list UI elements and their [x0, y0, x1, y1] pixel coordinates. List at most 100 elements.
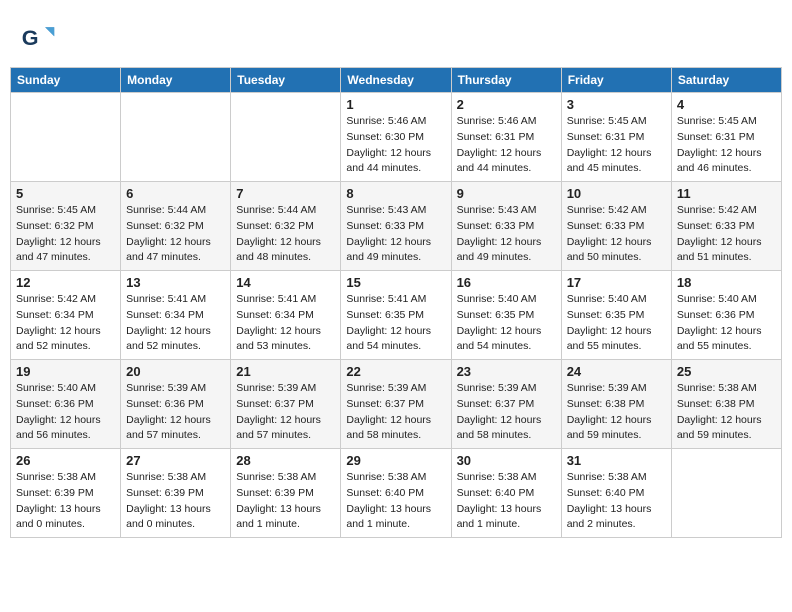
logo: G	[20, 20, 60, 56]
calendar-day	[231, 93, 341, 182]
day-number: 19	[16, 364, 115, 379]
calendar-day: 27 Sunrise: 5:38 AMSunset: 6:39 PMDayligh…	[121, 449, 231, 538]
day-number: 16	[457, 275, 556, 290]
day-info: Sunrise: 5:38 AMSunset: 6:40 PMDaylight:…	[346, 470, 445, 533]
calendar-day: 18Sunrise: 5:40 AMSunset: 6:36 PMDayligh…	[671, 271, 781, 360]
page-header: G	[10, 10, 782, 61]
weekday-header-tuesday: Tuesday	[231, 68, 341, 93]
calendar-day: 20 Sunrise: 5:39 AMSunset: 6:36 PMDayligh…	[121, 360, 231, 449]
weekday-header-saturday: Saturday	[671, 68, 781, 93]
day-number: 28	[236, 453, 335, 468]
calendar-day	[121, 93, 231, 182]
svg-text:G: G	[22, 25, 39, 50]
day-number: 13	[126, 275, 225, 290]
day-info: Sunrise: 5:38 AMSunset: 6:39 PMDaylight:…	[16, 470, 115, 533]
day-info: Sunrise: 5:44 AMSunset: 6:32 PMDaylight:…	[236, 203, 335, 266]
day-info: Sunrise: 5:40 AMSunset: 6:36 PMDaylight:…	[677, 292, 776, 355]
calendar-day: 7Sunrise: 5:44 AMSunset: 6:32 PMDaylight…	[231, 182, 341, 271]
day-number: 8	[346, 186, 445, 201]
day-number: 25	[677, 364, 776, 379]
weekday-header-thursday: Thursday	[451, 68, 561, 93]
day-info: Sunrise: 5:38 AMSunset: 6:40 PMDaylight:…	[567, 470, 666, 533]
day-number: 20	[126, 364, 225, 379]
day-number: 21	[236, 364, 335, 379]
day-info: Sunrise: 5:40 AMSunset: 6:35 PMDaylight:…	[567, 292, 666, 355]
logo-icon: G	[20, 20, 56, 56]
day-number: 17	[567, 275, 666, 290]
day-number: 6	[126, 186, 225, 201]
calendar-day	[11, 93, 121, 182]
day-info: Sunrise: 5:41 AMSunset: 6:35 PMDaylight:…	[346, 292, 445, 355]
calendar-day: 13 Sunrise: 5:41 AMSunset: 6:34 PMDayligh…	[121, 271, 231, 360]
day-info: Sunrise: 5:38 AMSunset: 6:39 PMDaylight:…	[126, 470, 225, 533]
calendar-week-1: 1 Sunrise: 5:46 AMSunset: 6:30 PMDaylight…	[11, 93, 782, 182]
calendar-day: 30Sunrise: 5:38 AMSunset: 6:40 PMDayligh…	[451, 449, 561, 538]
calendar-day: 17 Sunrise: 5:40 AMSunset: 6:35 PMDayligh…	[561, 271, 671, 360]
day-info: Sunrise: 5:40 AMSunset: 6:35 PMDaylight:…	[457, 292, 556, 355]
day-number: 14	[236, 275, 335, 290]
day-info: Sunrise: 5:40 AMSunset: 6:36 PMDaylight:…	[16, 381, 115, 444]
day-number: 31	[567, 453, 666, 468]
day-number: 2	[457, 97, 556, 112]
day-info: Sunrise: 5:38 AMSunset: 6:39 PMDaylight:…	[236, 470, 335, 533]
calendar-table: SundayMondayTuesdayWednesdayThursdayFrid…	[10, 67, 782, 538]
calendar-day: 2 Sunrise: 5:46 AMSunset: 6:31 PMDaylight…	[451, 93, 561, 182]
day-info: Sunrise: 5:45 AMSunset: 6:32 PMDaylight:…	[16, 203, 115, 266]
day-info: Sunrise: 5:38 AMSunset: 6:38 PMDaylight:…	[677, 381, 776, 444]
calendar-day: 31 Sunrise: 5:38 AMSunset: 6:40 PMDayligh…	[561, 449, 671, 538]
calendar-day: 29 Sunrise: 5:38 AMSunset: 6:40 PMDayligh…	[341, 449, 451, 538]
calendar-day: 5 Sunrise: 5:45 AMSunset: 6:32 PMDaylight…	[11, 182, 121, 271]
calendar-day: 4 Sunrise: 5:45 AMSunset: 6:31 PMDaylight…	[671, 93, 781, 182]
day-info: Sunrise: 5:39 AMSunset: 6:37 PMDaylight:…	[457, 381, 556, 444]
calendar-day: 1 Sunrise: 5:46 AMSunset: 6:30 PMDaylight…	[341, 93, 451, 182]
calendar-day: 23 Sunrise: 5:39 AMSunset: 6:37 PMDayligh…	[451, 360, 561, 449]
weekday-header-wednesday: Wednesday	[341, 68, 451, 93]
calendar-day: 21 Sunrise: 5:39 AMSunset: 6:37 PMDayligh…	[231, 360, 341, 449]
day-number: 15	[346, 275, 445, 290]
day-info: Sunrise: 5:44 AMSunset: 6:32 PMDaylight:…	[126, 203, 225, 266]
calendar-week-3: 12Sunrise: 5:42 AMSunset: 6:34 PMDayligh…	[11, 271, 782, 360]
calendar-day: 9Sunrise: 5:43 AMSunset: 6:33 PMDaylight…	[451, 182, 561, 271]
day-number: 10	[567, 186, 666, 201]
calendar-day: 6 Sunrise: 5:44 AMSunset: 6:32 PMDaylight…	[121, 182, 231, 271]
day-number: 5	[16, 186, 115, 201]
weekday-header-sunday: Sunday	[11, 68, 121, 93]
day-info: Sunrise: 5:45 AMSunset: 6:31 PMDaylight:…	[677, 114, 776, 177]
day-number: 27	[126, 453, 225, 468]
day-info: Sunrise: 5:46 AMSunset: 6:30 PMDaylight:…	[346, 114, 445, 177]
day-info: Sunrise: 5:39 AMSunset: 6:38 PMDaylight:…	[567, 381, 666, 444]
day-number: 1	[346, 97, 445, 112]
day-info: Sunrise: 5:38 AMSunset: 6:40 PMDaylight:…	[457, 470, 556, 533]
calendar-day: 24 Sunrise: 5:39 AMSunset: 6:38 PMDayligh…	[561, 360, 671, 449]
calendar-day: 22Sunrise: 5:39 AMSunset: 6:37 PMDayligh…	[341, 360, 451, 449]
day-info: Sunrise: 5:41 AMSunset: 6:34 PMDaylight:…	[236, 292, 335, 355]
day-info: Sunrise: 5:42 AMSunset: 6:33 PMDaylight:…	[677, 203, 776, 266]
day-number: 4	[677, 97, 776, 112]
calendar-week-2: 5 Sunrise: 5:45 AMSunset: 6:32 PMDaylight…	[11, 182, 782, 271]
calendar-day: 16 Sunrise: 5:40 AMSunset: 6:35 PMDayligh…	[451, 271, 561, 360]
day-info: Sunrise: 5:41 AMSunset: 6:34 PMDaylight:…	[126, 292, 225, 355]
weekday-header-row: SundayMondayTuesdayWednesdayThursdayFrid…	[11, 68, 782, 93]
day-info: Sunrise: 5:46 AMSunset: 6:31 PMDaylight:…	[457, 114, 556, 177]
day-number: 29	[346, 453, 445, 468]
calendar-day: 25 Sunrise: 5:38 AMSunset: 6:38 PMDayligh…	[671, 360, 781, 449]
day-info: Sunrise: 5:39 AMSunset: 6:37 PMDaylight:…	[236, 381, 335, 444]
day-info: Sunrise: 5:45 AMSunset: 6:31 PMDaylight:…	[567, 114, 666, 177]
calendar-day: 11Sunrise: 5:42 AMSunset: 6:33 PMDayligh…	[671, 182, 781, 271]
day-number: 24	[567, 364, 666, 379]
day-number: 22	[346, 364, 445, 379]
day-number: 23	[457, 364, 556, 379]
day-info: Sunrise: 5:42 AMSunset: 6:34 PMDaylight:…	[16, 292, 115, 355]
day-number: 26	[16, 453, 115, 468]
day-number: 3	[567, 97, 666, 112]
day-info: Sunrise: 5:39 AMSunset: 6:36 PMDaylight:…	[126, 381, 225, 444]
calendar-day: 28 Sunrise: 5:38 AMSunset: 6:39 PMDayligh…	[231, 449, 341, 538]
calendar-day: 10Sunrise: 5:42 AMSunset: 6:33 PMDayligh…	[561, 182, 671, 271]
weekday-header-friday: Friday	[561, 68, 671, 93]
calendar-day: 12Sunrise: 5:42 AMSunset: 6:34 PMDayligh…	[11, 271, 121, 360]
calendar-day: 8Sunrise: 5:43 AMSunset: 6:33 PMDaylight…	[341, 182, 451, 271]
calendar-day: 26 Sunrise: 5:38 AMSunset: 6:39 PMDayligh…	[11, 449, 121, 538]
weekday-header-monday: Monday	[121, 68, 231, 93]
calendar-day: 3 Sunrise: 5:45 AMSunset: 6:31 PMDaylight…	[561, 93, 671, 182]
day-number: 9	[457, 186, 556, 201]
